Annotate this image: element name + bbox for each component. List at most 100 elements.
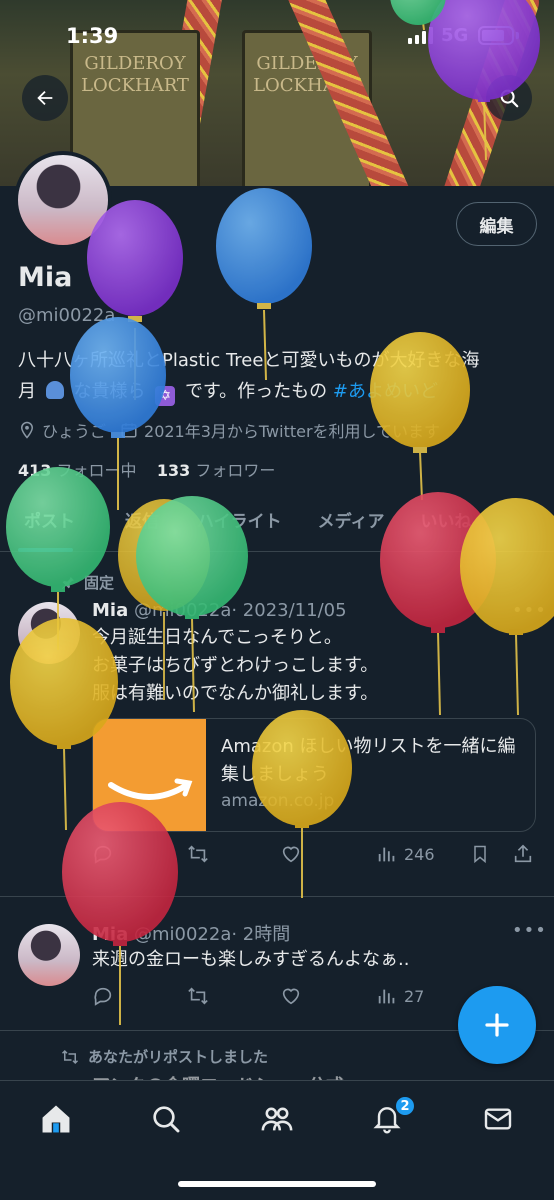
tab-likes[interactable]: いいね xyxy=(400,500,487,552)
repost-button[interactable] xyxy=(186,985,210,1007)
communities-icon xyxy=(261,1107,293,1131)
repost-context: あなたがリポストしました xyxy=(60,1046,268,1067)
views-icon xyxy=(378,847,395,862)
like-icon xyxy=(282,846,300,863)
tweet-author-name[interactable]: Mia xyxy=(92,600,128,621)
bio-text: な貴様ら xyxy=(73,381,146,402)
followers-count: 133 xyxy=(156,461,191,480)
link-card-domain: amazon.co.jp xyxy=(221,791,335,811)
plus-icon xyxy=(485,1013,509,1037)
tab-posts[interactable]: ポスト xyxy=(0,500,91,552)
share-icon xyxy=(514,844,532,863)
tweet-text-line: お菓子はちびずとわけっこします。 xyxy=(92,655,379,676)
followers-link[interactable]: 133 フォロワー xyxy=(157,461,276,480)
like-icon xyxy=(282,988,300,1005)
like-button[interactable] xyxy=(280,843,302,865)
more-options-icon[interactable]: ••• xyxy=(512,920,547,941)
link-card[interactable]: Amazon ほしい物リストを一緒に編集しましょう amazon.co.jp xyxy=(92,718,536,832)
profile-tabs: ポスト 返信 ハイライト メディア いいね xyxy=(0,500,554,552)
followers-label: フォロワー xyxy=(195,461,276,480)
nav-messages[interactable] xyxy=(478,1099,518,1139)
views-count: 27 xyxy=(404,986,425,1006)
tab-replies[interactable]: 返信 xyxy=(91,500,175,552)
reply-button[interactable] xyxy=(92,843,114,865)
mail-icon xyxy=(484,1108,512,1130)
following-link[interactable]: 413 フォロー中 xyxy=(18,461,137,480)
profile-joined: 2021年3月からTwitterを利用しています xyxy=(144,422,441,441)
signal-icon xyxy=(408,26,433,44)
pinned-label: 固定 xyxy=(84,574,115,592)
tweet-text: 来週の金ローも楽しみすぎるんよなぁ.. xyxy=(92,946,532,974)
repost-icon xyxy=(188,987,208,1005)
following-label: フォロー中 xyxy=(56,461,137,480)
network-label: 5G xyxy=(441,25,469,46)
tweet-actions: 246 xyxy=(92,843,536,873)
repost-button[interactable] xyxy=(186,843,210,865)
tweet-avatar[interactable] xyxy=(18,602,80,664)
views-button[interactable]: 246 xyxy=(376,843,435,865)
share-button[interactable] xyxy=(512,843,534,865)
follow-stats: 413 フォロー中 133 フォロワー xyxy=(18,457,275,481)
tweet-divider xyxy=(0,896,554,897)
nav-explore[interactable] xyxy=(146,1099,186,1139)
home-indicator xyxy=(178,1181,376,1187)
nav-home[interactable] xyxy=(36,1099,76,1139)
tab-media[interactable]: メディア xyxy=(298,500,401,552)
search-icon xyxy=(500,89,519,108)
bio-hashtag-link[interactable]: #あよめいど xyxy=(333,381,438,402)
following-count: 413 xyxy=(18,461,52,480)
bio-text: 月 xyxy=(18,381,36,402)
tweet-avatar[interactable] xyxy=(18,924,80,986)
tweet-timestamp: · 2時間 xyxy=(231,924,291,945)
calendar-icon xyxy=(121,423,137,438)
back-arrow-icon xyxy=(37,90,53,106)
pinned-indicator: 固定 xyxy=(60,572,114,593)
views-button[interactable]: 27 xyxy=(376,985,424,1007)
amazon-logo-icon xyxy=(93,719,206,831)
profile-location: ひょうご xyxy=(42,422,107,441)
back-button[interactable] xyxy=(22,75,68,121)
location-pin-icon xyxy=(20,421,34,439)
tweet-text: 今月誕生日なんでこっそりと。 お菓子はちびずとわけっこします。 服は有難いのでな… xyxy=(92,624,532,708)
repost-icon xyxy=(188,845,208,863)
reply-icon xyxy=(94,845,112,864)
bookmark-icon xyxy=(474,845,486,864)
profile-meta: ひょうご 2021年3月からTwitterを利用しています xyxy=(18,418,440,442)
reply-button[interactable] xyxy=(92,985,114,1007)
explore-icon xyxy=(153,1106,180,1133)
tab-highlights[interactable]: ハイライト xyxy=(175,500,298,552)
bio-line-2: 月 な貴様ら ✡ です。作ったもの #あよめいど xyxy=(18,376,538,407)
bookmark-button[interactable] xyxy=(470,843,490,865)
like-button[interactable] xyxy=(280,985,302,1007)
tweet-text-line: 服は有難いのでなんか御礼します。 xyxy=(92,683,379,704)
status-time: 1:39 xyxy=(66,24,119,48)
profile-avatar[interactable] xyxy=(14,151,112,249)
views-count: 246 xyxy=(404,844,435,864)
edit-profile-button[interactable]: 編集 xyxy=(456,202,537,246)
tweet-author-name[interactable]: Mia xyxy=(92,924,128,945)
status-bar: 1:39 5G xyxy=(0,0,554,60)
views-icon xyxy=(378,989,395,1004)
tweet-text-line: 今月誕生日なんでこっそりと。 xyxy=(92,627,342,648)
profile-bio: 八十八ヶ所巡礼とPlastic Treeと可愛いものが大好きな海 月 な貴様ら … xyxy=(18,345,538,407)
search-button[interactable] xyxy=(486,75,532,121)
star-emoji-icon: ✡ xyxy=(155,386,176,406)
link-card-title: Amazon ほしい物リストを一緒に編集しましょう xyxy=(221,736,516,785)
reply-icon xyxy=(94,987,112,1006)
bio-text: です。作ったもの xyxy=(184,381,328,402)
nav-communities[interactable] xyxy=(257,1099,297,1139)
repost-icon xyxy=(61,1049,79,1064)
compose-button[interactable] xyxy=(458,986,536,1064)
tweet-timestamp: · 2023/11/05 xyxy=(231,600,347,621)
profile-handle: @mi0022a xyxy=(18,305,116,326)
bio-line-1: 八十八ヶ所巡礼とPlastic Treeと可愛いものが大好きな海 xyxy=(18,350,480,371)
jellyfish-emoji-icon xyxy=(45,381,64,399)
more-options-icon[interactable]: ••• xyxy=(512,600,547,621)
pin-icon xyxy=(62,576,74,589)
tweet-author-handle: @mi0022a xyxy=(133,600,232,621)
home-icon xyxy=(42,1105,70,1133)
tweet-text-line: 来週の金ローも楽しみすぎるんよなぁ.. xyxy=(92,949,410,970)
profile-name: Mia xyxy=(18,262,73,293)
notifications-badge: 2 xyxy=(394,1095,416,1117)
tweet-header: Mia @mi0022a· 2023/11/05 xyxy=(92,600,347,621)
